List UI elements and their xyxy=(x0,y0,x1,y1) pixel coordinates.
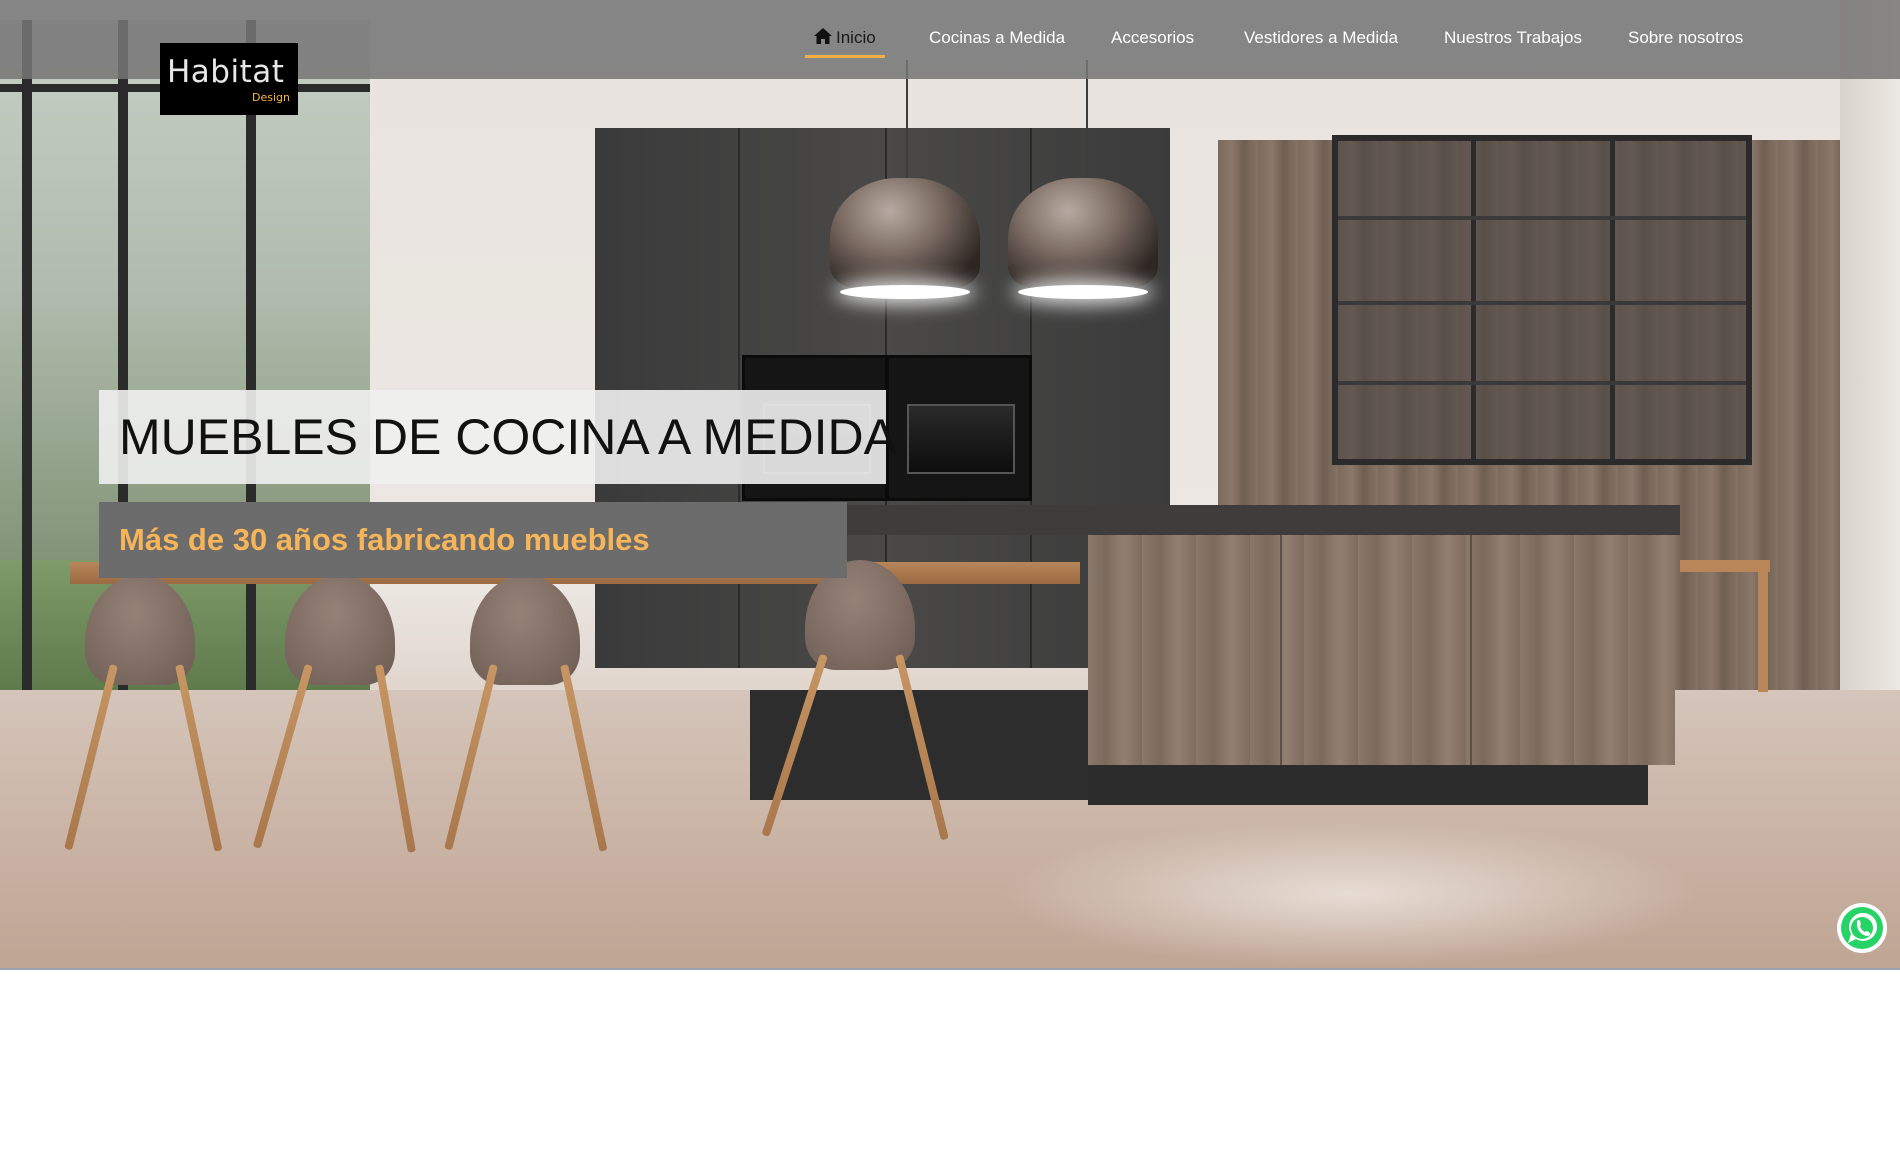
oven-right xyxy=(886,355,1032,501)
window-frame xyxy=(246,20,256,690)
logo-wordmark: Habitat xyxy=(167,54,285,90)
nav-item-accesorios[interactable]: Accesorios xyxy=(1111,28,1194,48)
home-icon xyxy=(814,28,832,44)
nav-item-vestidores-a-medida[interactable]: Vestidores a Medida xyxy=(1244,28,1398,48)
window-frame xyxy=(22,20,32,690)
hero-title: MUEBLES DE COCINA A MEDIDA xyxy=(119,409,897,465)
island-countertop xyxy=(830,505,1680,535)
hero-subtitle-box: Más de 30 años fabricando muebles xyxy=(99,502,847,578)
hero-subtitle: Más de 30 años fabricando muebles xyxy=(119,522,650,557)
nav-item-inicio[interactable]: Inicio xyxy=(814,28,876,48)
island-wood-fronts xyxy=(1088,535,1675,765)
nav-item-cocinas-a-medida[interactable]: Cocinas a Medida xyxy=(929,28,1065,48)
side-table xyxy=(1680,560,1770,572)
pendant-lamp-left xyxy=(830,178,980,288)
active-nav-indicator xyxy=(805,55,885,58)
logo-subtitle: Design xyxy=(252,91,290,104)
pendant-lamp-right xyxy=(1008,178,1158,288)
nav-item-nuestros-trabajos[interactable]: Nuestros Trabajos xyxy=(1444,28,1582,48)
hero-banner xyxy=(0,0,1900,968)
glass-shelf-unit xyxy=(1332,135,1752,465)
right-wall xyxy=(1840,0,1900,690)
nav-item-sobre-nosotros[interactable]: Sobre nosotros xyxy=(1628,28,1743,48)
brand-logo[interactable]: Habitat Design xyxy=(160,43,298,115)
whatsapp-icon xyxy=(1837,903,1887,953)
island-base xyxy=(1088,765,1648,805)
hero-title-box: MUEBLES DE COCINA A MEDIDA xyxy=(99,390,897,484)
whatsapp-button[interactable] xyxy=(1836,902,1888,954)
nav-label: Inicio xyxy=(836,28,876,47)
